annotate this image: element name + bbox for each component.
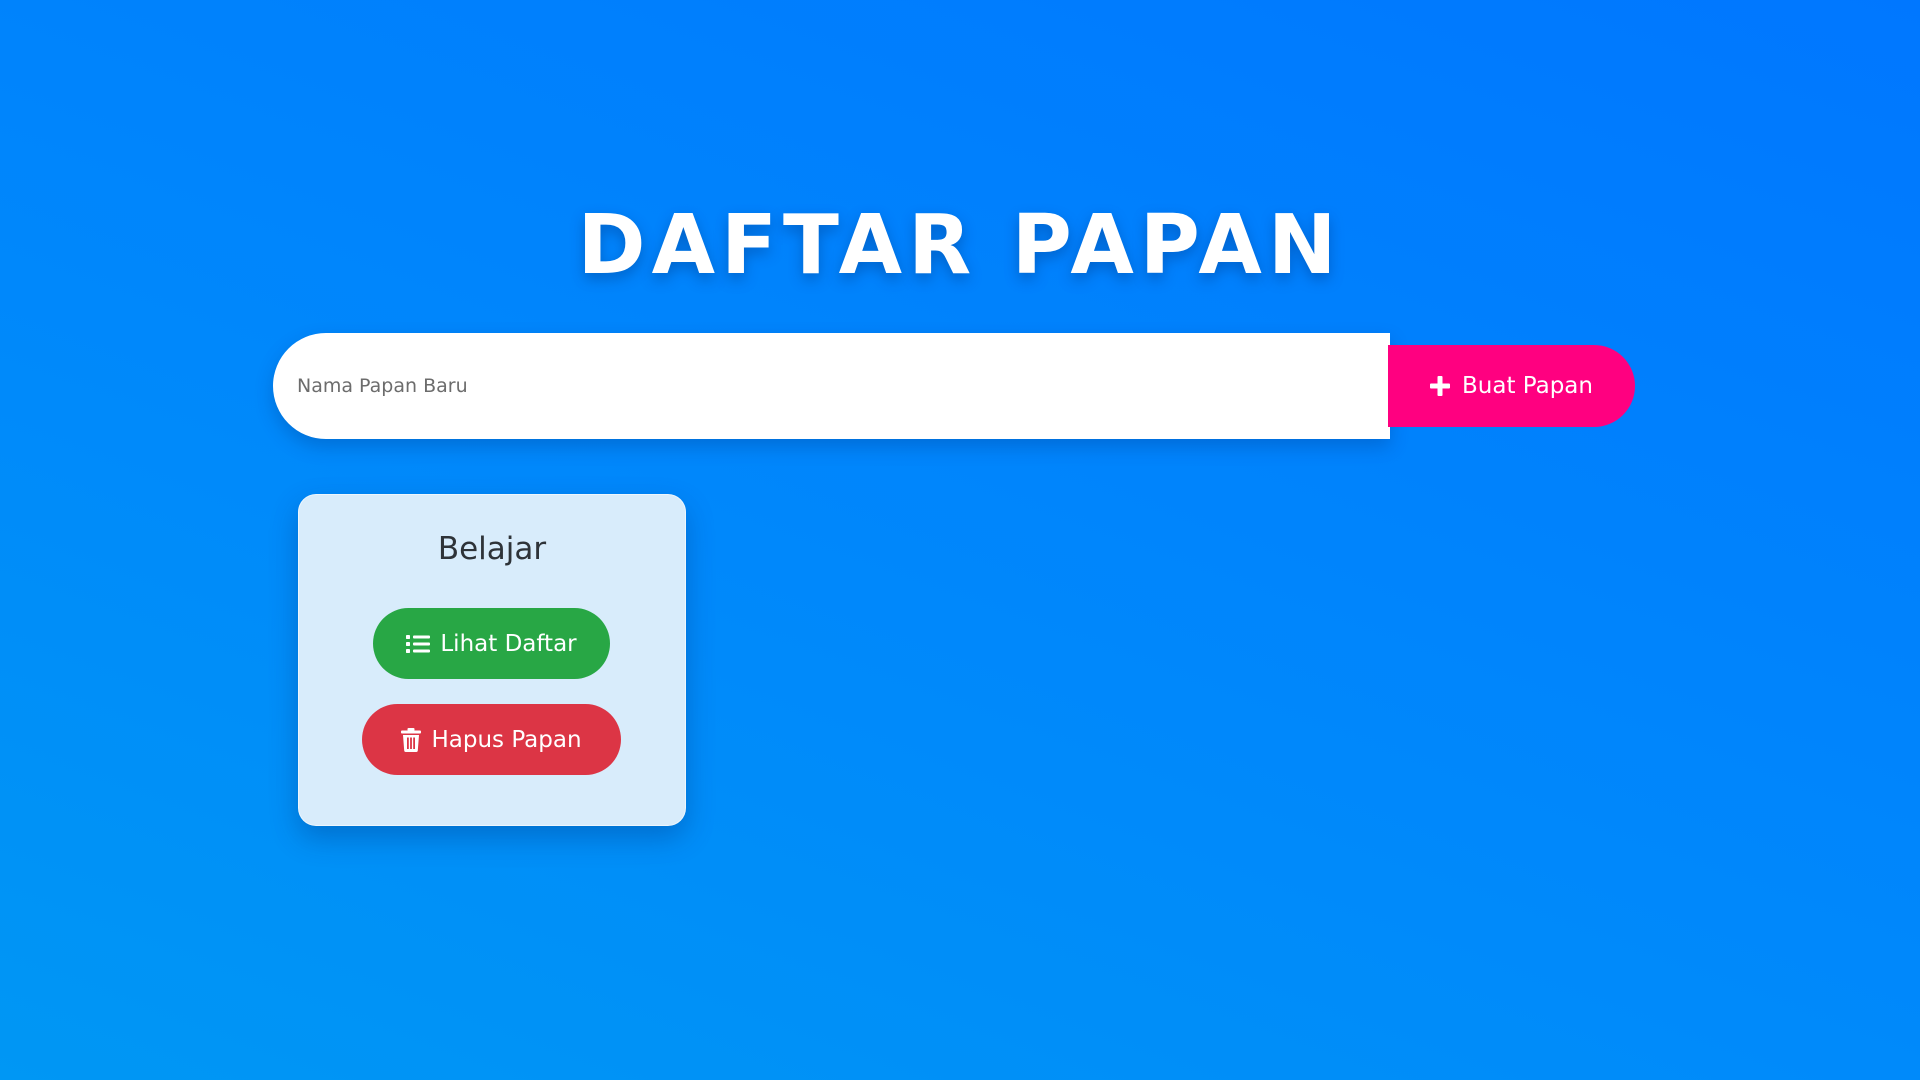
plus-icon (1430, 376, 1450, 396)
board-name-input[interactable] (273, 333, 1390, 439)
board-title: Belajar (437, 531, 547, 567)
create-board-button[interactable]: Buat Papan (1388, 345, 1635, 427)
delete-board-button[interactable]: Hapus Papan (362, 704, 621, 775)
create-board-form: Buat Papan (273, 333, 1635, 439)
trash-icon (401, 727, 422, 752)
view-list-button-label: Lihat Daftar (440, 630, 577, 657)
list-icon (406, 634, 431, 654)
view-list-button[interactable]: Lihat Daftar (373, 608, 610, 679)
page-title: DAFTAR PAPAN (577, 198, 1343, 293)
create-board-button-label: Buat Papan (1462, 373, 1593, 399)
delete-board-button-label: Hapus Papan (431, 726, 582, 753)
board-card: Belajar Lihat Daftar Hapus Papan (298, 494, 686, 826)
